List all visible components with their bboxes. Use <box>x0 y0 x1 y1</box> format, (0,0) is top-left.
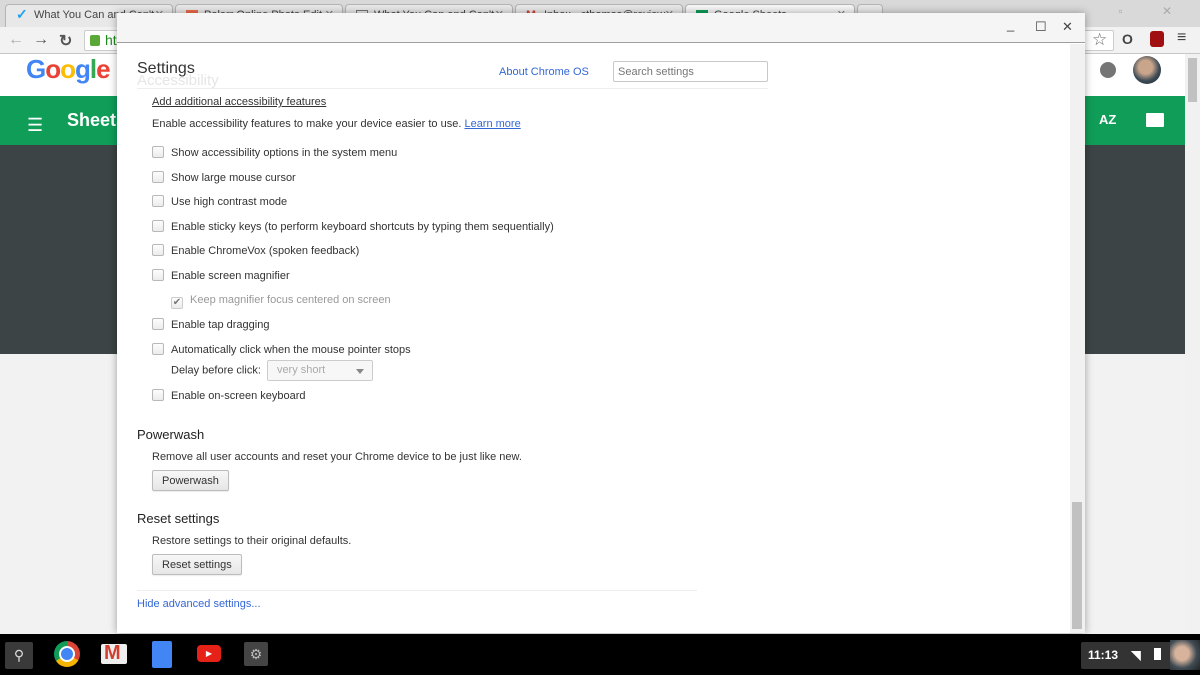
checkbox[interactable] <box>152 244 164 256</box>
option-high-contrast[interactable]: Use high contrast mode <box>152 195 287 209</box>
option-chromevox[interactable]: Enable ChromeVox (spoken feedback) <box>152 244 359 258</box>
page-title: Settings <box>137 60 195 77</box>
checkbox[interactable] <box>152 220 164 232</box>
sort-az-icon[interactable]: AZ <box>1099 112 1116 127</box>
settings-titlebar[interactable]: _ ☐ ✕ <box>117 13 1085 43</box>
page-scrollbar[interactable] <box>1185 54 1200 634</box>
browser-window-controls[interactable]: _ ▫ ✕ <box>1072 4 1190 18</box>
status-tray[interactable]: 11:13 ◥ <box>1081 642 1173 669</box>
forward-icon[interactable]: → <box>33 31 49 49</box>
page-scrollbar-thumb[interactable] <box>1188 58 1197 102</box>
checkbox-checked: ✔ <box>171 297 183 309</box>
checkbox[interactable] <box>152 146 164 158</box>
opera-extension-icon[interactable]: O <box>1122 31 1133 47</box>
settings-window: _ ☐ ✕ Accessibility Settings About Chrom… <box>117 13 1085 633</box>
notifications-icon[interactable] <box>1100 62 1116 78</box>
wifi-icon: ◥ <box>1131 648 1141 662</box>
launcher-search-icon[interactable]: ⚲ <box>5 642 33 669</box>
url-text: ht <box>105 32 117 48</box>
delay-setting: Delay before click: very short <box>171 360 373 384</box>
delay-value: very short <box>276 364 326 376</box>
option-label: Enable ChromeVox (spoken feedback) <box>171 245 360 257</box>
option-tap-dragging[interactable]: Enable tap dragging <box>152 318 269 332</box>
settings-app-icon[interactable]: ⚙ <box>244 642 268 666</box>
reload-icon[interactable]: ↻ <box>59 31 72 51</box>
option-screen-magnifier[interactable]: Enable screen magnifier <box>152 269 290 283</box>
option-label: Enable screen magnifier <box>171 270 290 282</box>
gmail-app-icon[interactable] <box>101 642 127 665</box>
accessibility-intro: Enable accessibility features to make yo… <box>152 118 521 130</box>
folder-icon[interactable] <box>1146 113 1164 127</box>
user-avatar[interactable] <box>1170 640 1200 670</box>
ublock-icon[interactable] <box>1150 31 1164 47</box>
check-favicon: ✓ <box>16 6 28 22</box>
checkbox[interactable] <box>152 269 164 281</box>
google-logo: Google <box>26 54 111 84</box>
settings-content: Accessibility Settings About Chrome OS A… <box>117 44 1070 633</box>
option-auto-click[interactable]: Automatically click when the mouse point… <box>152 343 411 357</box>
option-label: Enable tap dragging <box>171 319 270 331</box>
checkbox[interactable] <box>152 318 164 330</box>
learn-more-link[interactable]: Learn more <box>464 118 520 130</box>
intro-text: Enable accessibility features to make yo… <box>152 118 462 130</box>
header-divider <box>137 88 768 89</box>
delay-label: Delay before click: <box>171 364 261 377</box>
option-label: Show accessibility options in the system… <box>171 147 398 159</box>
account-avatar[interactable] <box>1133 56 1161 84</box>
option-label: Enable on-screen keyboard <box>171 390 306 402</box>
screen: ✓ What You Can and Can't ✕ Polarr Online… <box>0 0 1200 675</box>
checkbox[interactable] <box>152 171 164 183</box>
hide-advanced-settings-link[interactable]: Hide advanced settings... <box>137 598 261 610</box>
reset-heading: Reset settings <box>137 511 220 526</box>
powerwash-description: Remove all user accounts and reset your … <box>152 451 522 463</box>
minimize-button[interactable]: _ <box>1007 17 1014 32</box>
reset-description: Restore settings to their original defau… <box>152 535 352 547</box>
option-large-cursor[interactable]: Show large mouse cursor <box>152 171 296 185</box>
shelf: ⚲ ▶ ⚙ 11:13 ◥ <box>0 634 1200 675</box>
settings-scrollbar-thumb[interactable] <box>1072 502 1082 629</box>
back-icon[interactable]: ← <box>8 31 24 49</box>
dropdown-arrow-icon <box>355 369 364 374</box>
option-onscreen-keyboard[interactable]: Enable on-screen keyboard <box>152 389 306 403</box>
main-menu-icon[interactable]: ☰ <box>27 115 43 136</box>
option-label: Show large mouse cursor <box>171 172 296 184</box>
delay-select[interactable]: very short <box>266 360 373 381</box>
about-chrome-os-link[interactable]: About Chrome OS <box>499 66 589 78</box>
powerwash-button[interactable]: Powerwash <box>152 470 229 491</box>
option-label: Use high contrast mode <box>171 196 288 208</box>
option-magnifier-centered: ✔ Keep magnifier focus centered on screen <box>171 294 391 309</box>
settings-scrollbar[interactable] <box>1070 44 1085 633</box>
option-label: Keep magnifier focus centered on screen <box>190 294 391 306</box>
checkbox[interactable] <box>152 195 164 207</box>
search-settings-input[interactable] <box>613 61 768 82</box>
chrome-app-icon[interactable] <box>54 641 80 667</box>
clock: 11:13 <box>1088 648 1119 662</box>
docs-app-icon[interactable] <box>152 641 172 668</box>
lock-icon <box>90 35 100 46</box>
chrome-menu-icon[interactable]: ≡ <box>1177 29 1186 47</box>
footer-divider <box>137 590 697 591</box>
youtube-app-icon[interactable]: ▶ <box>197 645 221 662</box>
add-accessibility-features-link[interactable]: Add additional accessibility features <box>152 96 326 108</box>
option-system-menu[interactable]: Show accessibility options in the system… <box>152 146 397 160</box>
maximize-button[interactable]: ☐ <box>1035 19 1047 35</box>
reset-settings-button[interactable]: Reset settings <box>152 554 242 575</box>
checkbox[interactable] <box>152 389 164 401</box>
bookmark-star-icon[interactable]: ☆ <box>1092 30 1107 50</box>
checkbox[interactable] <box>152 343 164 355</box>
option-label: Enable sticky keys (to perform keyboard … <box>171 221 554 233</box>
powerwash-heading: Powerwash <box>137 427 205 442</box>
option-label: Automatically click when the mouse point… <box>171 344 411 356</box>
close-button[interactable]: ✕ <box>1062 19 1073 35</box>
battery-icon <box>1153 648 1161 660</box>
option-sticky-keys[interactable]: Enable sticky keys (to perform keyboard … <box>152 220 554 234</box>
